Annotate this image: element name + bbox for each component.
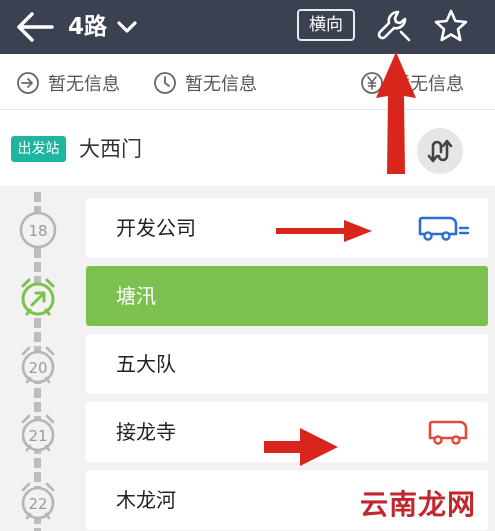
direction-info: 暂无信息 <box>16 70 120 96</box>
stop-name: 五大队 <box>116 352 176 376</box>
time-text: 暂无信息 <box>185 74 257 95</box>
direction-text: 暂无信息 <box>48 74 120 95</box>
swap-direction-button[interactable] <box>417 128 463 174</box>
stop-name: 木龙河 <box>116 488 176 512</box>
chevron-down-icon[interactable] <box>116 16 138 38</box>
stop-number: 20 <box>28 359 47 377</box>
stop-item-wudadui[interactable]: 五大队 <box>86 334 488 394</box>
bus-at-stop-icon <box>428 420 468 445</box>
start-badge: 出发站 <box>11 136 66 162</box>
stop-number: 18 <box>28 222 47 240</box>
stop-item-tangxun[interactable]: 塘汛 <box>86 266 488 326</box>
back-arrow-icon[interactable] <box>14 10 54 44</box>
annotation-arrow-right <box>264 428 338 466</box>
annotation-arrow-up <box>376 52 416 174</box>
stop-name: 塘汛 <box>116 284 156 308</box>
clock-icon <box>154 72 176 94</box>
swap-direction-icon <box>427 139 453 163</box>
landscape-button[interactable]: 横向 <box>297 9 355 41</box>
stop-number-badge: 18 <box>19 211 57 249</box>
direction-icon <box>17 72 39 94</box>
route-info-bar: 暂无信息 暂无信息 暂无信息 <box>0 54 495 110</box>
alarm-clock-icon[interactable]: 20 <box>16 343 60 387</box>
wrench-icon[interactable] <box>376 8 412 44</box>
route-title[interactable]: 4路 <box>68 11 107 43</box>
star-favorite-icon[interactable] <box>433 8 469 44</box>
bus-arriving-icon <box>418 216 470 241</box>
stop-number: 21 <box>28 427 47 445</box>
annotation-arrow-right <box>276 220 372 242</box>
start-station-name: 大西门 <box>79 137 142 161</box>
time-info: 暂无信息 <box>153 70 257 96</box>
alarm-clock-icon[interactable]: 21 <box>16 411 60 455</box>
alarm-clock-icon[interactable] <box>16 275 60 319</box>
stop-name: 开发公司 <box>116 216 196 240</box>
alarm-clock-icon[interactable]: 22 <box>16 479 60 523</box>
watermark-text: 云南龙网 <box>360 488 477 521</box>
top-bar: 4路 横向 <box>0 0 495 54</box>
stop-name: 接龙寺 <box>116 420 176 444</box>
stop-number: 22 <box>28 495 47 513</box>
start-station-bar: 出发站 大西门 <box>0 110 495 186</box>
